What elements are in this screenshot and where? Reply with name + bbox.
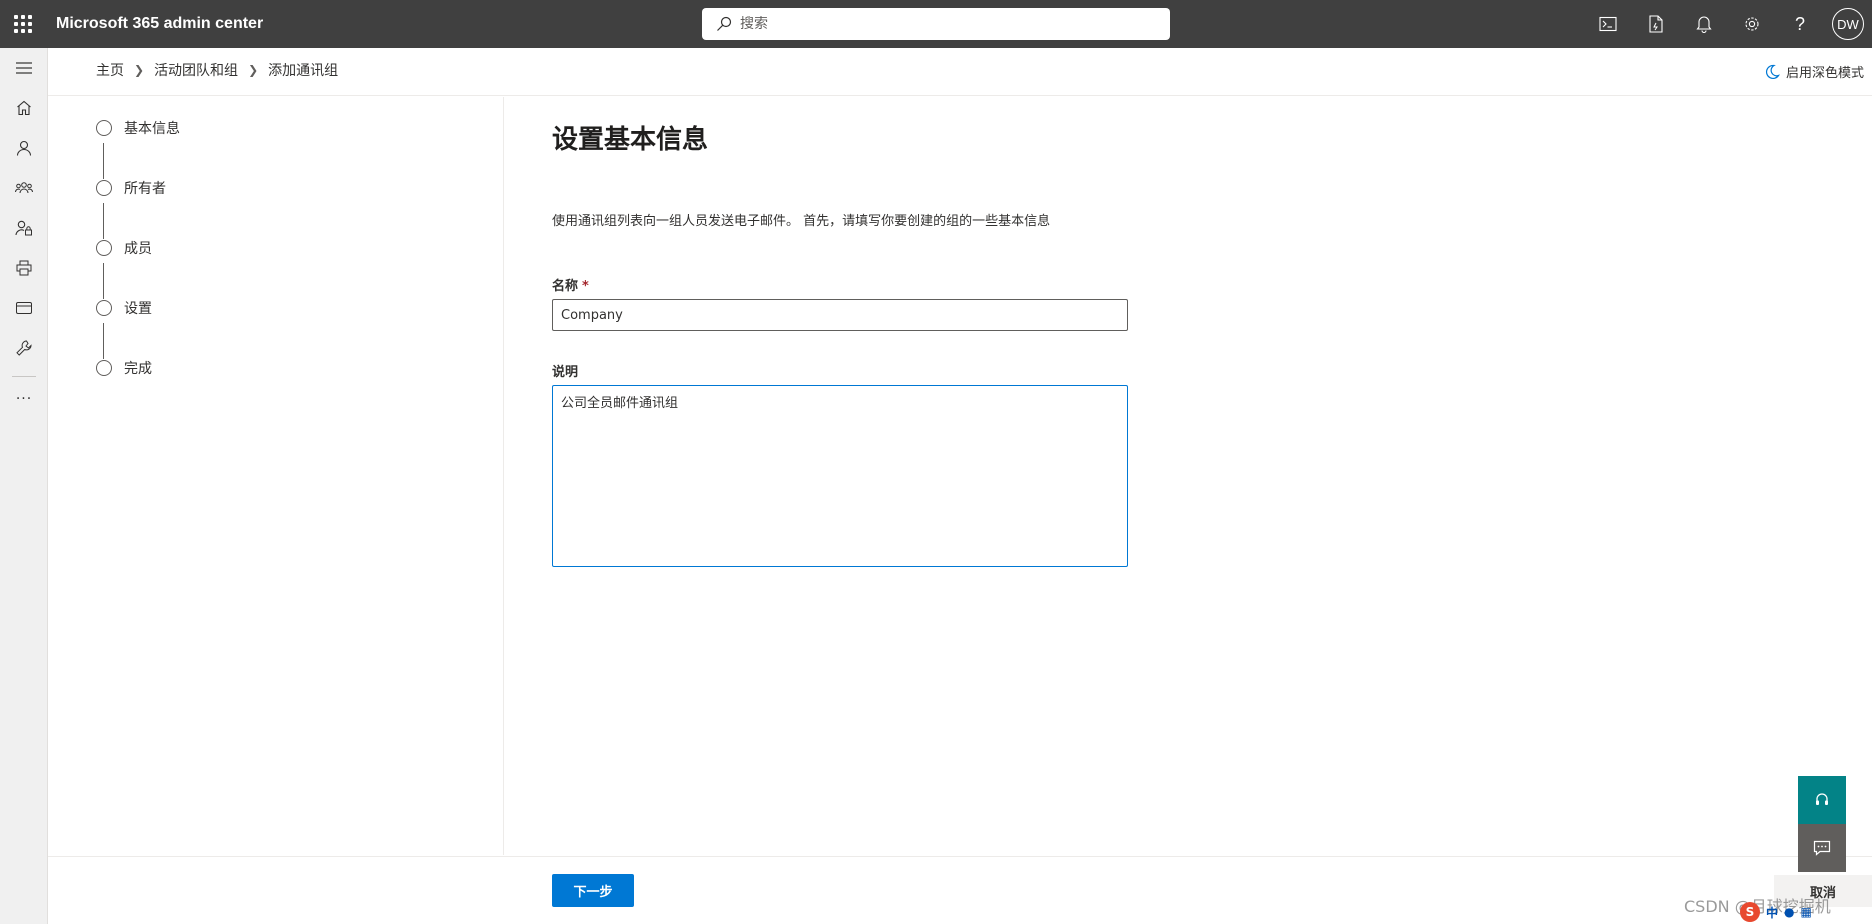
- home-icon: [17, 100, 31, 116]
- help-button[interactable]: ?: [1776, 0, 1824, 48]
- next-button[interactable]: 下一步: [552, 874, 634, 907]
- breadcrumb-bar: 主页 ❯ 活动团队和组 ❯ 添加通讯组 启用深色模式: [48, 48, 1872, 96]
- nav-setup[interactable]: [0, 328, 48, 368]
- step-indicator: [96, 180, 112, 196]
- description-field-label: 说明: [552, 365, 579, 380]
- breadcrumb-current-page: 添加通讯组: [268, 63, 339, 79]
- step-indicator: [96, 120, 112, 136]
- wizard-footer: 下一步 取消: [48, 856, 1872, 924]
- step-indicator: [96, 300, 112, 316]
- nav-resources[interactable]: [0, 248, 48, 288]
- user-icon: [16, 140, 32, 156]
- breadcrumb-active-teams-groups[interactable]: 活动团队和组: [154, 60, 238, 80]
- feedback-button[interactable]: [1798, 824, 1846, 872]
- wizard-step-owners[interactable]: 所有者: [96, 178, 166, 198]
- name-input[interactable]: [552, 299, 1128, 331]
- menu-icon: [16, 62, 32, 74]
- top-bar: Microsoft 365 admin center 搜索 ? DW: [0, 0, 1872, 48]
- wrench-icon: [16, 340, 32, 356]
- waffle-icon: [14, 15, 32, 33]
- moon-icon: [1765, 64, 1780, 79]
- intro-text: 使用通讯组列表向一组人员发送电子邮件。 首先，请填写你要创建的组的一些基本信息: [552, 214, 1051, 229]
- nav-more[interactable]: ···: [0, 385, 48, 413]
- document-icon: [1649, 15, 1663, 33]
- required-marker: *: [582, 279, 589, 294]
- wizard-step-settings[interactable]: 设置: [96, 298, 152, 318]
- chevron-right-icon: ❯: [248, 63, 259, 77]
- step-connector: [103, 143, 104, 179]
- help-support-button[interactable]: [1798, 776, 1846, 824]
- terminal-button[interactable]: [1584, 0, 1632, 48]
- team-icon: [15, 182, 33, 194]
- search-input[interactable]: [740, 16, 1140, 32]
- wizard-steps-panel: 基本信息 所有者 成员 设置 完成: [48, 97, 504, 855]
- nav-users[interactable]: [0, 128, 48, 168]
- dark-mode-toggle[interactable]: 启用深色模式: [1764, 62, 1864, 81]
- notifications-button[interactable]: [1680, 0, 1728, 48]
- ime-mode-label[interactable]: 中: [1766, 904, 1778, 921]
- document-button[interactable]: [1632, 0, 1680, 48]
- wizard-step-members[interactable]: 成员: [96, 238, 152, 258]
- microphone-icon[interactable]: ●: [1784, 905, 1794, 919]
- headset-icon: [1816, 793, 1828, 805]
- ime-tray: S 中 ● ▦: [1740, 902, 1812, 922]
- nav-roles[interactable]: [0, 208, 48, 248]
- name-field-label: 名称 *: [552, 275, 589, 294]
- step-label: 成员: [124, 241, 152, 257]
- step-connector: [103, 203, 104, 239]
- ime-badge[interactable]: S: [1740, 902, 1760, 922]
- keyboard-icon[interactable]: ▦: [1801, 905, 1812, 919]
- step-label: 基本信息: [124, 121, 180, 137]
- bell-icon: [1696, 16, 1712, 33]
- nav-home[interactable]: [0, 88, 48, 128]
- step-label: 所有者: [124, 181, 166, 197]
- nav-teams-groups[interactable]: [0, 168, 48, 208]
- breadcrumb-home[interactable]: 主页: [96, 60, 124, 80]
- settings-button[interactable]: [1728, 0, 1776, 48]
- search-icon: [717, 16, 732, 31]
- help-icon: ?: [1794, 13, 1805, 34]
- breadcrumb: 主页 ❯ 活动团队和组 ❯ 添加通讯组: [96, 60, 338, 80]
- step-indicator: [96, 360, 112, 376]
- billing-icon: [16, 302, 32, 314]
- wizard-step-basics[interactable]: 基本信息: [96, 118, 180, 138]
- chevron-right-icon: ❯: [134, 63, 145, 77]
- printer-icon: [16, 260, 32, 276]
- step-label: 设置: [124, 301, 152, 317]
- rail-divider: [12, 376, 36, 377]
- step-connector: [103, 263, 104, 299]
- app-launcher-button[interactable]: [0, 0, 46, 48]
- step-connector: [103, 323, 104, 359]
- name-label-text: 名称: [552, 279, 579, 294]
- step-indicator: [96, 240, 112, 256]
- page-title: 设置基本信息: [552, 125, 709, 155]
- user-lock-icon: [15, 220, 32, 236]
- dark-mode-label: 启用深色模式: [1785, 66, 1864, 81]
- menu-toggle-button[interactable]: [0, 48, 48, 88]
- avatar[interactable]: DW: [1832, 8, 1864, 40]
- search-box[interactable]: [702, 8, 1170, 40]
- more-icon: ···: [15, 391, 33, 407]
- wizard-step-finish[interactable]: 完成: [96, 358, 152, 378]
- terminal-icon: [1599, 16, 1617, 32]
- left-navigation-rail: ···: [0, 48, 48, 924]
- nav-billing[interactable]: [0, 288, 48, 328]
- gear-icon: [1745, 17, 1759, 31]
- step-label: 完成: [124, 361, 152, 377]
- feedback-icon: [1813, 840, 1831, 856]
- description-textarea[interactable]: 公司全员邮件通讯组: [552, 385, 1128, 567]
- app-title[interactable]: Microsoft 365 admin center: [56, 15, 263, 33]
